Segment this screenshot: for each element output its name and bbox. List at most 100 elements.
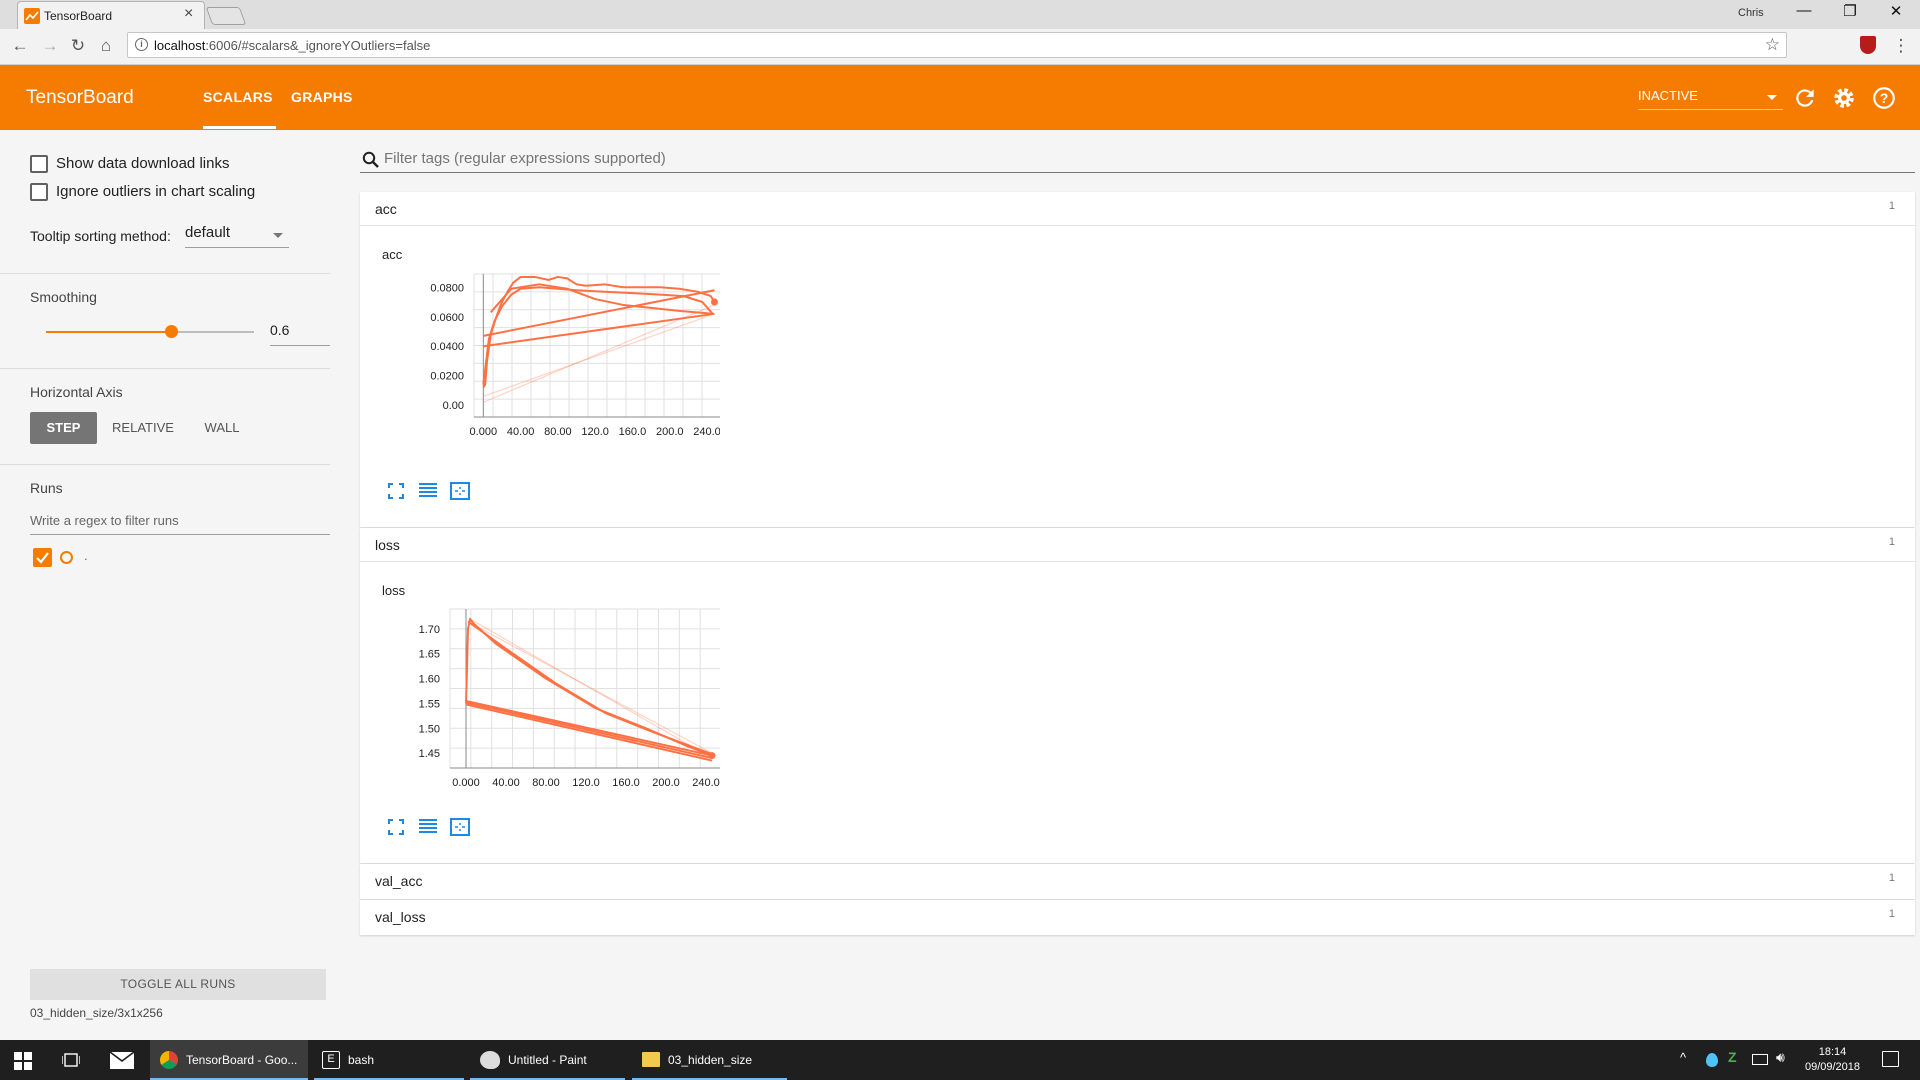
y-tick-label: 1.60 <box>419 674 440 686</box>
taskbar-item-label: Untitled - Paint <box>508 1053 587 1067</box>
taskbar-item-explorer[interactable]: 03_hidden_size <box>632 1040 787 1080</box>
info-icon[interactable]: i <box>135 38 148 51</box>
tray-overflow-chevron-icon[interactable]: ^ <box>1680 1050 1686 1065</box>
task-view-icon[interactable] <box>62 1052 80 1068</box>
tab-close-icon[interactable]: × <box>184 5 193 23</box>
close-window-icon[interactable]: ✕ <box>1876 2 1916 20</box>
profile-name[interactable]: Chris <box>1738 7 1764 19</box>
y-tick-label: 0.0600 <box>430 312 464 324</box>
action-center-icon[interactable] <box>1882 1051 1899 1067</box>
tensorboard-header: TensorBoard SCALARS GRAPHS INACTIVE ? <box>0 65 1920 130</box>
y-tick-label: 0.0200 <box>430 371 464 383</box>
ignore-outliers-checkbox[interactable] <box>30 183 48 201</box>
category-header[interactable]: val_acc 1 <box>360 864 1915 898</box>
run-color-dot[interactable] <box>60 551 73 564</box>
folder-icon <box>642 1052 660 1067</box>
taskbar-item-label: 03_hidden_size <box>668 1053 753 1067</box>
forward-icon[interactable]: → <box>39 36 61 56</box>
taskbar-item-chrome[interactable]: TensorBoard - Goo... <box>150 1040 308 1080</box>
x-tick-label: 80.00 <box>532 777 560 789</box>
loss-chart[interactable]: 0.000 40.00 80.00 120.0 160.0 200.0 240.0 1.45 1… <box>360 598 720 808</box>
category-header[interactable]: val_loss 1 <box>360 900 1915 934</box>
expand-chart-icon[interactable] <box>385 816 407 838</box>
taskbar-item-paint[interactable]: Untitled - Paint <box>470 1040 625 1080</box>
ublock-extension-icon[interactable] <box>1860 36 1876 54</box>
tab-graphs[interactable]: GRAPHS <box>291 89 353 105</box>
network-icon[interactable] <box>1752 1054 1768 1065</box>
taskbar-item-bash[interactable]: E bash <box>314 1040 464 1080</box>
x-tick-label: 200.0 <box>652 777 680 789</box>
y-tick-label: 0.00 <box>443 400 464 412</box>
last-point-marker <box>710 298 718 306</box>
x-tick-label: 120.0 <box>581 426 609 438</box>
x-tick-label: 160.0 <box>619 426 647 438</box>
show-download-links-checkbox[interactable] <box>30 155 48 173</box>
app-title: TensorBoard <box>26 87 134 108</box>
category-count: 1 <box>1888 872 1895 884</box>
smoothing-input[interactable]: 0.6 <box>270 320 330 346</box>
category-header[interactable]: loss 1 <box>360 528 1915 562</box>
category-count: 1 <box>1888 908 1895 920</box>
smoothing-slider-knob[interactable] <box>164 325 178 338</box>
back-icon[interactable]: ← <box>9 36 31 56</box>
fit-domain-icon[interactable] <box>449 480 471 502</box>
ignore-outliers-label[interactable]: Ignore outliers in chart scaling <box>56 183 255 200</box>
run-checkbox[interactable] <box>33 548 52 567</box>
mail-icon[interactable] <box>110 1052 134 1069</box>
tooltip-sort-dropdown[interactable]: default <box>185 224 289 248</box>
runs-filter-input[interactable]: Write a regex to filter runs <box>30 510 330 535</box>
category-header[interactable]: acc 1 <box>360 192 1915 226</box>
toggle-log-scale-icon[interactable] <box>417 816 439 838</box>
y-tick-label: 0.0400 <box>430 341 464 353</box>
y-tick-label: 1.65 <box>419 649 440 661</box>
toggle-log-scale-icon[interactable] <box>417 480 439 502</box>
axis-relative-button[interactable]: RELATIVE <box>105 412 181 444</box>
tag-filter-input[interactable]: Filter tags (regular expressions support… <box>360 146 1915 173</box>
taskbar-item-label: bash <box>348 1053 375 1067</box>
refresh-icon[interactable] <box>1792 85 1818 111</box>
help-icon[interactable]: ? <box>1871 85 1897 111</box>
new-tab-button[interactable] <box>205 7 247 25</box>
browser-tab-title: TensorBoard <box>44 9 113 23</box>
toggle-all-runs-button[interactable]: TOGGLE ALL RUNS <box>30 969 326 1000</box>
browser-menu-icon[interactable]: ⋮ <box>1890 36 1912 56</box>
divider <box>0 368 330 369</box>
y-tick-label: 1.70 <box>419 624 440 636</box>
svg-text:?: ? <box>1880 90 1889 106</box>
dropbox-tray-icon[interactable] <box>1706 1053 1718 1067</box>
chrome-icon <box>160 1051 178 1069</box>
runs-title: Runs <box>30 480 63 496</box>
maximize-icon[interactable]: ❐ <box>1830 2 1870 20</box>
windows-start-icon[interactable] <box>14 1052 32 1070</box>
nvidia-tray-icon[interactable]: Z <box>1728 1050 1737 1065</box>
x-tick-label: 160.0 <box>612 777 640 789</box>
run-label[interactable]: . <box>84 548 88 563</box>
bookmark-star-icon[interactable]: ☆ <box>1765 35 1780 55</box>
address-bar[interactable]: i localhost:6006/#scalars&_ignoreYOutlie… <box>127 32 1787 58</box>
minimize-icon[interactable]: — <box>1784 2 1824 19</box>
tab-scalars[interactable]: SCALARS <box>203 89 273 105</box>
paint-icon <box>480 1051 500 1069</box>
volume-icon[interactable]: 🔊︎ <box>1776 1050 1785 1065</box>
expand-chart-icon[interactable] <box>385 480 407 502</box>
x-tick-label: 240.0 <box>693 426 720 438</box>
home-icon[interactable]: ⌂ <box>95 36 117 56</box>
browser-toolbar: ← → ↻ ⌂ i localhost:6006/#scalars&_ignor… <box>0 29 1920 65</box>
smoothing-slider-fill <box>46 331 171 333</box>
x-tick-label: 40.00 <box>492 777 520 789</box>
inactive-plugins-dropdown[interactable]: INACTIVE <box>1638 88 1783 110</box>
show-download-links-label[interactable]: Show data download links <box>56 155 229 172</box>
axis-wall-button[interactable]: WALL <box>195 412 249 444</box>
category-card-val-loss: val_loss 1 <box>360 900 1915 935</box>
x-tick-label: 80.00 <box>544 426 572 438</box>
reload-icon[interactable]: ↻ <box>67 36 89 56</box>
axis-step-button[interactable]: STEP <box>30 412 97 444</box>
fit-domain-icon[interactable] <box>449 816 471 838</box>
settings-gear-icon[interactable] <box>1831 85 1857 111</box>
tooltip-sort-label: Tooltip sorting method: <box>30 228 171 244</box>
acc-chart[interactable]: 0.000 40.00 80.00 120.0 160.0 200.0 240.0 0.00 0… <box>360 262 720 472</box>
clock[interactable]: 18:14 09/09/2018 <box>1800 1045 1865 1075</box>
divider <box>0 273 330 274</box>
browser-tab[interactable]: TensorBoard × <box>17 1 205 29</box>
url-text[interactable]: localhost:6006/#scalars&_ignoreYOutliers… <box>154 38 430 53</box>
